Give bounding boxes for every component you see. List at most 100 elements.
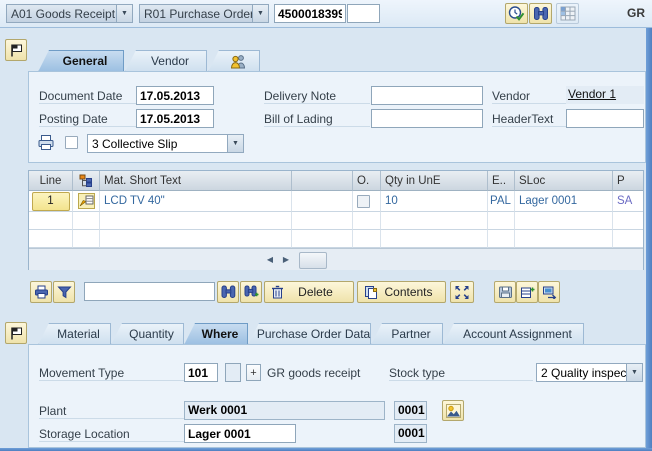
scroll-thumb[interactable] (299, 252, 327, 269)
hold-button[interactable] (494, 281, 516, 303)
row1-p[interactable]: SA (613, 191, 643, 212)
tab-general[interactable]: General (38, 50, 124, 72)
scroll-left-icon[interactable]: ◀ (263, 253, 277, 266)
scroll-right-icon[interactable]: ▶ (279, 253, 293, 266)
row1-qty[interactable]: 10 (381, 191, 488, 212)
empty-row-cell[interactable] (73, 230, 100, 248)
empty-row-cell[interactable] (29, 212, 73, 230)
empty-row-cell[interactable] (292, 212, 353, 230)
header-text-input[interactable] (566, 109, 644, 128)
filter-icon (57, 285, 72, 299)
action-dropdown[interactable]: A01 Goods Receipt ▼ (6, 4, 133, 23)
document-date-input[interactable] (136, 86, 214, 105)
delete-button[interactable]: Delete (264, 281, 354, 303)
document-number-input[interactable] (274, 4, 346, 23)
special-stock-field[interactable] (225, 363, 241, 382)
empty-row-cell[interactable] (100, 230, 292, 248)
col-header-line[interactable]: Line (29, 171, 73, 191)
chevron-down-icon[interactable]: ▼ (116, 5, 132, 22)
empty-row-cell[interactable] (353, 230, 381, 248)
empty-row-cell[interactable] (100, 212, 292, 230)
vendor-link[interactable]: Vendor 1 (568, 87, 616, 101)
empty-row-cell[interactable] (515, 230, 613, 248)
stock-type-dropdown[interactable]: 2 Quality inspect... ▼ (536, 363, 643, 382)
row1-mat-short-text[interactable]: LCD TV 40" (100, 191, 292, 212)
movement-type-input[interactable] (184, 363, 218, 382)
empty-row-cell[interactable] (515, 212, 613, 230)
find-next-button[interactable] (240, 281, 262, 303)
contents-button[interactable]: Contents (357, 281, 446, 303)
empty-row-cell[interactable] (613, 230, 643, 248)
post-execute-button[interactable] (505, 3, 528, 24)
tab-account-assignment[interactable]: Account Assignment (443, 323, 584, 345)
collapse-detail-icon (9, 326, 24, 341)
col-header-sloc[interactable]: SLoc (515, 171, 613, 191)
expand-button[interactable] (450, 281, 474, 303)
row1-line-button[interactable]: 1 (32, 192, 70, 211)
empty-row-cell[interactable] (488, 212, 515, 230)
table-hscrollbar[interactable]: ◀ ▶ (29, 248, 643, 270)
posting-date-input[interactable] (136, 109, 214, 128)
tab-quantity-label: Quantity (129, 327, 174, 341)
tab-partners[interactable] (208, 50, 260, 72)
collapse-header-button[interactable] (5, 39, 27, 61)
empty-row-cell[interactable] (613, 212, 643, 230)
col-header-mat-short-text[interactable]: Mat. Short Text (100, 171, 292, 191)
collapse-detail-button[interactable] (5, 322, 27, 344)
tab-purchase-order-data[interactable]: Purchase Order Data (248, 323, 371, 345)
reference-dropdown[interactable]: R01 Purchase Order ▼ (139, 4, 269, 23)
delivery-note-input[interactable] (371, 86, 483, 105)
empty-row-cell[interactable] (292, 230, 353, 248)
item-number-input[interactable] (347, 4, 380, 23)
empty-row-cell[interactable] (29, 230, 73, 248)
grid-view-icon (560, 6, 576, 21)
chevron-down-icon[interactable]: ▼ (227, 135, 243, 152)
tab-where[interactable]: Where (184, 323, 248, 345)
row1-blank-cell[interactable] (292, 191, 353, 212)
empty-row-cell[interactable] (353, 212, 381, 230)
plant-code-field: 0001 (394, 401, 427, 420)
tab-vendor[interactable]: Vendor (125, 50, 207, 72)
item-search-input[interactable] (84, 282, 215, 301)
sap-migo-window: A01 Goods Receipt ▼ R01 Purchase Order ▼… (0, 0, 652, 451)
col-header-blank[interactable] (292, 171, 353, 191)
empty-row-cell[interactable] (488, 230, 515, 248)
chevron-down-icon[interactable]: ▼ (252, 5, 268, 22)
item-detail-icon[interactable] (78, 193, 95, 209)
filter-button[interactable] (53, 281, 75, 303)
trash-icon (271, 285, 284, 299)
row1-detail-cell[interactable] (73, 191, 100, 212)
storage-location-input[interactable] (184, 424, 296, 443)
find-button[interactable] (529, 3, 552, 24)
row1-ok-cell[interactable] (353, 191, 381, 212)
bill-of-lading-input[interactable] (371, 109, 483, 128)
row1-sloc[interactable]: Lager 0001 (515, 191, 613, 212)
print-items-button[interactable] (30, 281, 52, 303)
grid-view-button[interactable] (556, 3, 579, 24)
tab-po-data-label: Purchase Order Data (257, 327, 370, 341)
find-items-button[interactable] (217, 281, 239, 303)
insert-row-button[interactable] (516, 281, 538, 303)
tab-quantity[interactable]: Quantity (111, 323, 184, 345)
print-checkbox[interactable] (65, 136, 78, 149)
tab-material[interactable]: Material (38, 323, 111, 345)
col-header-qty[interactable]: Qty in UnE (381, 171, 488, 191)
col-header-eun[interactable]: E.. (488, 171, 515, 191)
header-text-label: HeaderText (492, 112, 566, 127)
row1-eun[interactable]: PAL (488, 191, 515, 212)
empty-row-cell[interactable] (381, 230, 488, 248)
empty-row-cell[interactable] (73, 212, 100, 230)
row1-line-cell[interactable]: 1 (29, 191, 73, 212)
tab-partner[interactable]: Partner (371, 323, 443, 345)
row1-ok-checkbox[interactable] (357, 195, 370, 208)
movement-type-plus-button[interactable]: + (246, 364, 261, 381)
settings-button[interactable] (538, 281, 560, 303)
slip-dropdown[interactable]: 3 Collective Slip ▼ (87, 134, 244, 153)
plant-overview-button[interactable] (442, 400, 464, 421)
chevron-down-icon[interactable]: ▼ (626, 364, 642, 381)
vendor-value-field[interactable]: Vendor 1 (566, 86, 644, 104)
col-header-ok[interactable]: O. (353, 171, 381, 191)
col-header-hierarchy[interactable] (73, 171, 100, 191)
col-header-p[interactable]: P (613, 171, 643, 191)
empty-row-cell[interactable] (381, 212, 488, 230)
